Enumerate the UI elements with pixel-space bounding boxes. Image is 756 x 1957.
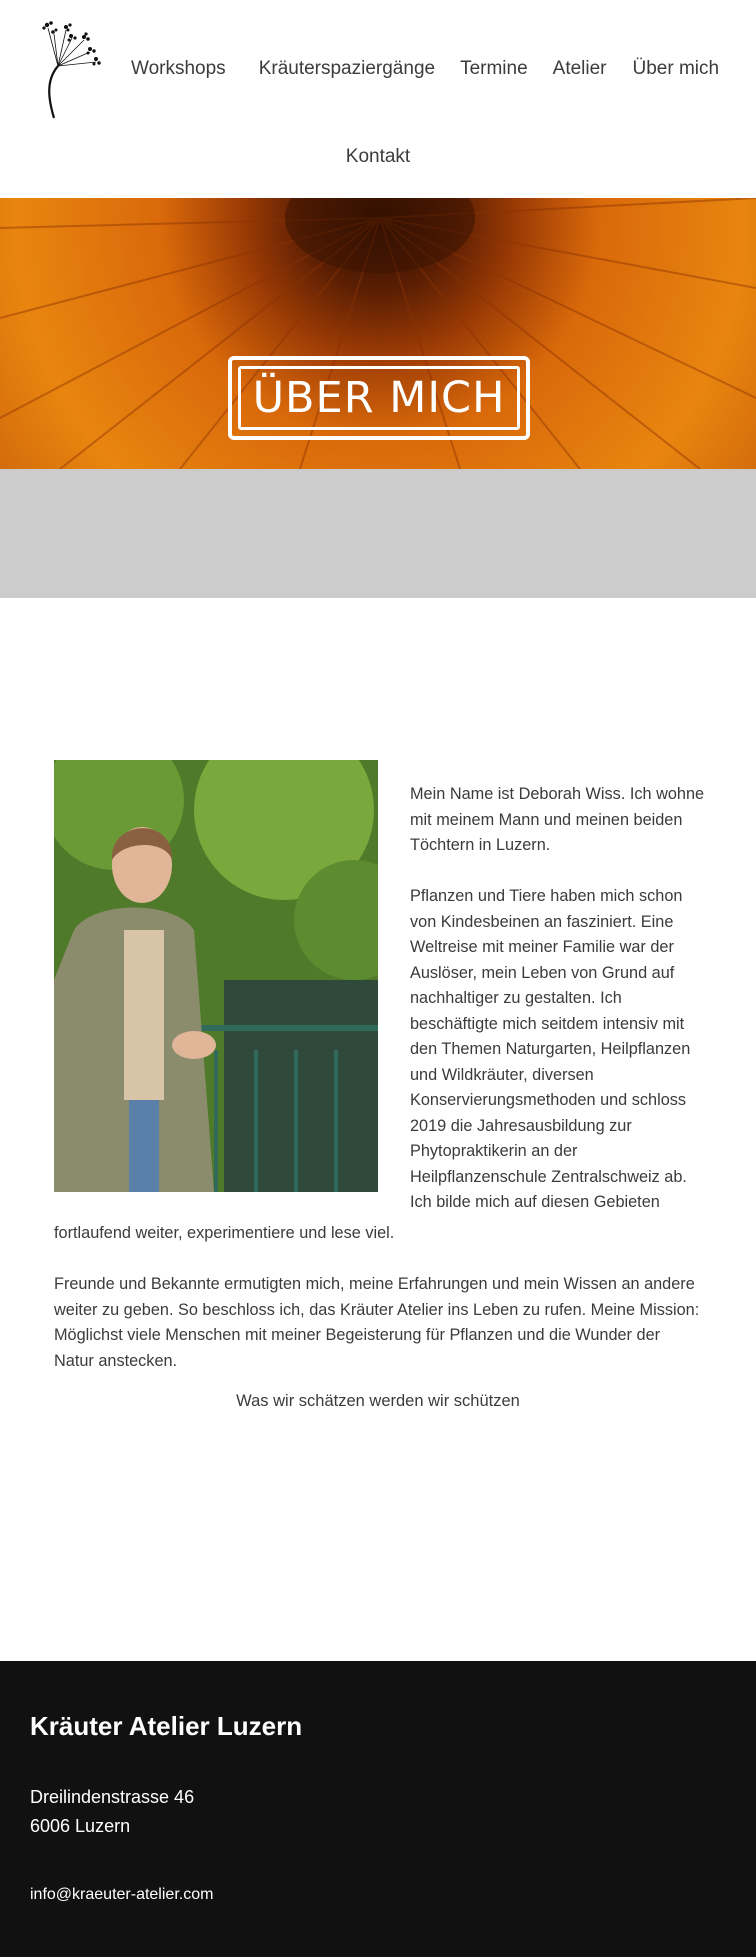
page-title: ÜBER MICH	[252, 373, 506, 423]
hero-title-badge: ÜBER MICH	[228, 356, 530, 440]
portrait-photo	[54, 760, 378, 1192]
footer-address: Dreilindenstrasse 46 6006 Luzern	[30, 1783, 194, 1841]
nav-item-atelier[interactable]: Atelier	[553, 58, 607, 80]
nav-item-workshops[interactable]: Workshops	[131, 58, 226, 80]
nav-item-kraeuterspaziergaenge[interactable]: Kräuterspaziergänge	[259, 58, 435, 80]
footer-email-link[interactable]: info@kraeuter-atelier.com	[30, 1886, 213, 1904]
footer-title: Kräuter Atelier Luzern	[30, 1711, 303, 1741]
about-paragraph-3: Freunde und Bekannte ermutigten mich, me…	[54, 1275, 700, 1370]
nav-item-kontakt[interactable]: Kontakt	[346, 146, 410, 167]
herb-logo-icon[interactable]	[40, 18, 112, 124]
about-paragraph-2: Pflanzen und Tiere haben mich schon von …	[410, 887, 691, 1211]
about-section: Mein Name ist Deborah Wiss. Ich wohne mi…	[0, 598, 756, 1661]
site-header: Workshops Kräuterspaziergänge Termine At…	[0, 0, 756, 198]
main-nav: Workshops Kräuterspaziergänge Termine At…	[131, 58, 719, 80]
hero-banner: ÜBER MICH	[0, 198, 756, 469]
about-paragraph-1: Mein Name ist Deborah Wiss. Ich wohne mi…	[410, 785, 705, 854]
nav-kontakt-row: Kontakt	[0, 146, 756, 168]
nav-item-termine[interactable]: Termine	[460, 58, 528, 80]
about-text-right: Mein Name ist Deborah Wiss. Ich wohne mi…	[410, 782, 710, 1241]
motto-text: Was wir schätzen werden wir schützen	[236, 1392, 520, 1410]
footer-city: 6006 Luzern	[30, 1816, 131, 1836]
nav-item-ueber-mich[interactable]: Über mich	[633, 58, 720, 80]
about-paragraph-2-continued: fortlaufend weiter, experimentiere und l…	[54, 1224, 395, 1242]
gray-divider-band	[0, 469, 756, 598]
site-footer: Kräuter Atelier Luzern Dreilindenstrasse…	[0, 1661, 756, 1957]
footer-street: Dreilindenstrasse 46	[30, 1787, 195, 1807]
